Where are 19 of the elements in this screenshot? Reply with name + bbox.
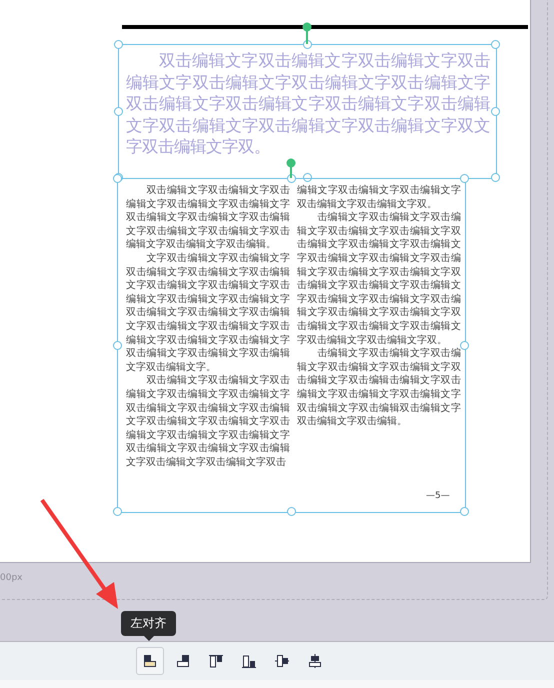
- page-number: —5—: [426, 491, 450, 501]
- align-right-icon: [175, 653, 191, 669]
- body-paragraph: 文字双击编辑文字双击编辑文字双击编辑文字双击编辑文字双击编辑文字双击编辑文字双击编辑文字双击编辑文字双击编辑文字双击编辑文字双击编辑文字双击编辑文字双击编辑文字双击编辑文字双击编辑文字双击编辑文字双击编辑文字双击编辑文字双击编辑文字双击编辑文字双击编辑文字双击编辑文字。: [126, 252, 290, 374]
- rotate-handle[interactable]: [286, 158, 296, 178]
- body-paragraph: 击编辑文字双击编辑文字双击编辑文字双击编辑文字双击编辑文字双击编辑文字双击编辑文字双击编辑文字双击编辑文字双击编辑文字双击编辑文字双击编辑文字双击编辑文字双击编辑文字双击编辑文字双击编辑文字双击编辑文字双击编辑文字双击编辑文字双击编辑文字双击编辑文字双击编辑文字双击编辑文字双击编辑文字双击编辑文字双击编辑文字双。: [297, 211, 461, 348]
- body-paragraph: 双击编辑文字双击编辑文字双击编辑文字双击编辑文字双击编辑文字双击编辑文字双击编辑文字双击编辑文字双击编辑文字双击编辑文字双击编辑文字双击编辑文字双击编辑文字双击编辑文字双击编辑文字双击编辑文字双击编辑文字双击编辑文字双击: [126, 374, 290, 470]
- tooltip-text: 左对齐: [130, 615, 166, 632]
- align-middle-icon: [274, 653, 290, 669]
- align-left-icon: [142, 653, 158, 669]
- body-paragraph: 击编辑文字双击编辑文字双击编辑文字双击编辑文字双击编辑文字双击编辑文字双击编辑击编辑文字双击编辑文字双击编辑文字双击编辑文字双击编辑文字双击编辑双击编辑文字双击编辑文字双击编辑。: [297, 347, 461, 429]
- align-top-icon: [208, 653, 224, 669]
- align-button[interactable]: [136, 647, 164, 675]
- rotate-handle[interactable]: [302, 22, 312, 44]
- ruler-label: 00px: [0, 573, 22, 583]
- title-text: 双击编辑文字双击编辑文字双击编辑文字双击编辑文字双击编辑文字双击编辑文字双击编辑文字双击编辑文字双击编辑文字双击编辑文字双击编辑文字双击编辑文字双击编辑文字双击编辑文字双文字双击编辑文字双。: [126, 50, 490, 158]
- align-center-icon: [307, 653, 323, 669]
- body-paragraph: 编辑文字双击编辑文字双击编辑文字双击编辑文字双击编辑文字双。: [297, 184, 461, 212]
- align-bottom-icon: [241, 653, 257, 669]
- body-paragraph: 双击编辑文字双击编辑文字双击编辑文字双击编辑文字双击编辑文字双击编辑文字双击编辑文字双击编辑文字双击编辑文字双击编辑文字双击编辑文字双击编辑文字双击编辑。: [126, 184, 290, 252]
